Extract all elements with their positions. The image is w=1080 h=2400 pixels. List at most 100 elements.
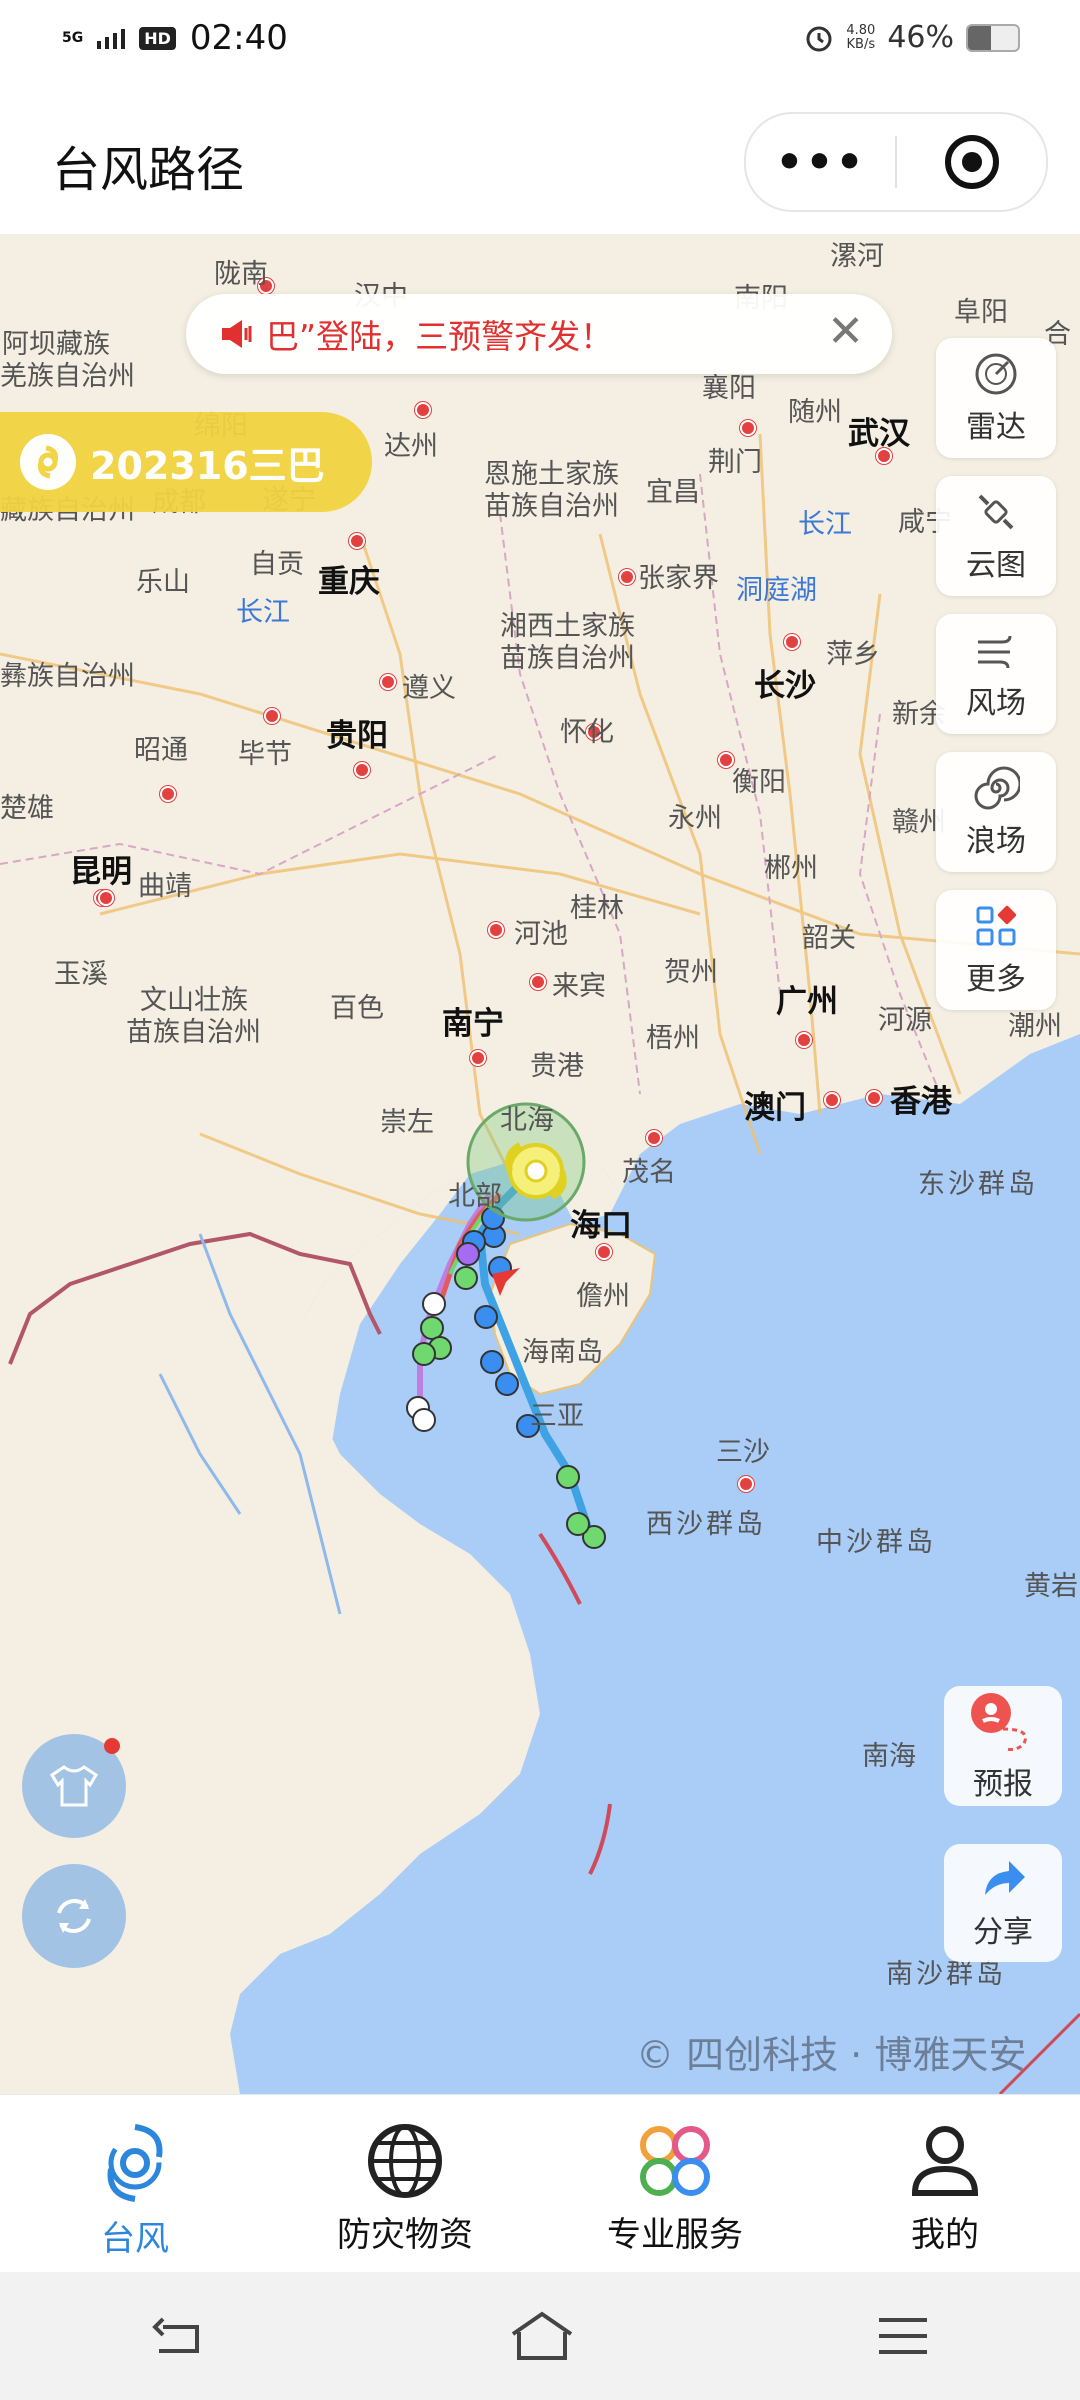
place-label: 彝族自治州 (0, 661, 135, 692)
place-label: 衡阳 (732, 767, 786, 798)
place-label: 黄岩 (1024, 1571, 1078, 1602)
map-copyright: © 四创科技 · 博雅天安 (636, 2033, 1027, 2077)
tool-more[interactable]: 更多 (936, 890, 1056, 1010)
place-label: 儋州 (576, 1281, 630, 1312)
place-label: 阜阳 (954, 297, 1008, 328)
tool-wave[interactable]: 浪场 (936, 752, 1056, 872)
city-dot (738, 1476, 754, 1492)
place-label: 达州 (384, 431, 438, 462)
place-label: 贵阳 (326, 718, 388, 754)
close-icon[interactable]: ✕ (827, 310, 864, 354)
refresh-button[interactable] (22, 1864, 126, 1968)
city-dot (740, 420, 756, 436)
place-label: 桂林 (570, 893, 624, 924)
system-nav-bar (0, 2272, 1080, 2400)
place-label: 河池 (514, 919, 568, 950)
back-icon[interactable] (149, 2311, 209, 2361)
city-dot (619, 569, 635, 585)
satellite-icon (978, 494, 1014, 530)
tool-label: 浪场 (966, 824, 1026, 859)
city-dot (784, 634, 800, 650)
place-label: 玉溪 (54, 959, 108, 990)
place-label: 遵义 (402, 673, 456, 704)
place-label: 昆明 (70, 854, 132, 890)
city-dot (349, 533, 365, 549)
menu-icon[interactable] (875, 2314, 931, 2358)
battery-percent: 46% (887, 20, 954, 55)
place-label: 中沙群岛 (816, 1527, 936, 1558)
tool-cloud[interactable]: 云图 (936, 476, 1056, 596)
place-label: 海口 (570, 1208, 632, 1244)
page-title: 台风路径 (52, 142, 245, 198)
app-header: 台风路径 ••• (0, 82, 1080, 234)
tab-label: 专业服务 (607, 2215, 743, 2255)
place-label: 梧州 (646, 1023, 700, 1054)
place-label: 萍乡 (826, 639, 880, 670)
person-icon (911, 2126, 979, 2196)
city-dot (470, 1050, 486, 1066)
place-label: 永州 (668, 803, 722, 834)
mini-program-capsule: ••• (744, 112, 1048, 212)
refresh-icon (57, 1899, 91, 1933)
tab-services[interactable]: 专业服务 (540, 2095, 810, 2273)
forecast-button[interactable]: 预报 (944, 1686, 1062, 1806)
place-label: 三亚 (530, 1401, 584, 1432)
share-button[interactable]: 分享 (944, 1844, 1062, 1962)
place-label: 羌族自治州 (0, 361, 135, 392)
place-label: 长沙 (754, 668, 816, 704)
place-label: 北海 (500, 1105, 554, 1136)
place-label: 苗族自治州 (484, 491, 619, 522)
notice-text: 巴”登陆，三预警齐发！ (266, 317, 614, 356)
clock: 02:40 (189, 18, 288, 58)
tool-label: 雷达 (966, 410, 1026, 445)
place-label: 长江 (236, 597, 290, 628)
place-label: 陇南 (214, 259, 268, 290)
tool-label: 更多 (966, 962, 1026, 997)
place-label: 漯河 (830, 241, 884, 272)
home-icon[interactable] (507, 2308, 577, 2364)
place-label: 苗族自治州 (126, 1017, 261, 1048)
share-label: 分享 (973, 1915, 1033, 1950)
place-label: 来宾 (552, 971, 606, 1002)
grid-icon (976, 905, 1017, 946)
place-label: 重庆 (318, 564, 380, 600)
place-label: 广州 (776, 984, 838, 1020)
place-label: 东沙群岛 (918, 1169, 1038, 1200)
status-bar: 5G HD 02:40 4.80 KB/s 46% (0, 0, 1080, 82)
more-button[interactable]: ••• (746, 137, 895, 188)
place-label: 海南岛 (522, 1337, 603, 1368)
tab-label: 台风 (101, 2219, 169, 2259)
typhoon-selector[interactable]: 202316三巴 (0, 412, 372, 512)
tool-radar[interactable]: 雷达 (936, 338, 1056, 458)
city-dot (866, 1090, 882, 1106)
tool-wind[interactable]: 风场 (936, 614, 1056, 734)
tab-mine[interactable]: 我的 (810, 2095, 1080, 2273)
typhoon-map[interactable]: 陇南 汉中 南阳 漯河 阜阳 阿坝藏族 羌族自治州 襄阳 随州 合 绵阳 达州 … (0, 234, 1080, 2094)
place-label: 自贡 (250, 549, 304, 580)
tab-label: 我的 (911, 2215, 979, 2255)
close-miniprogram-button[interactable] (897, 133, 1046, 191)
place-label: 昭通 (134, 735, 188, 766)
place-label: 宜昌 (646, 477, 700, 508)
typhoon-icon (107, 2124, 163, 2202)
city-dot (98, 890, 114, 906)
place-label: 曲靖 (138, 871, 192, 902)
place-label: 崇左 (380, 1107, 434, 1138)
place-label: 楚雄 (0, 793, 54, 824)
place-label: 澳门 (744, 1090, 806, 1126)
wave-icon (974, 766, 1020, 810)
net-speed-value: 4.80 (846, 22, 876, 38)
notice-banner[interactable]: 巴”登陆，三预警齐发！ ✕ (186, 294, 892, 374)
tab-label: 防灾物资 (337, 2215, 473, 2255)
place-label: 随州 (788, 397, 842, 428)
target-icon (944, 135, 999, 189)
place-label: 百色 (330, 993, 384, 1024)
hd-badge: HD (139, 26, 176, 50)
tab-supplies[interactable]: 防灾物资 (270, 2095, 540, 2273)
wind-icon (978, 635, 1012, 669)
city-dot (596, 1244, 612, 1260)
signal-icon (97, 29, 126, 49)
city-dot (824, 1092, 840, 1108)
place-label: 毕节 (238, 739, 292, 770)
tab-typhoon[interactable]: 台风 (0, 2095, 270, 2273)
